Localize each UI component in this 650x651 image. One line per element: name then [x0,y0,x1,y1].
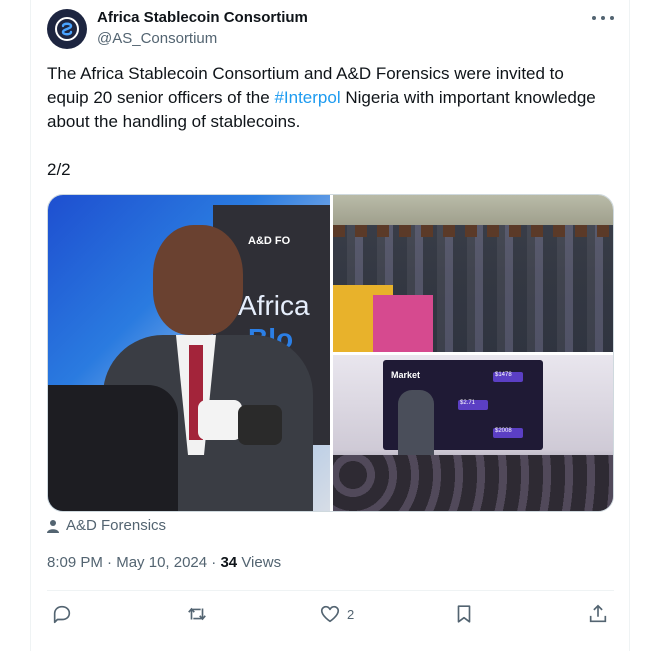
author-handle[interactable]: @AS_Consortium [97,30,217,47]
audience [333,455,613,511]
views-label: Views [241,554,282,571]
photo-group[interactable] [333,195,613,352]
group-faces [333,225,613,237]
views-count: 34 [220,554,238,571]
share-icon [589,604,607,623]
thread-page-indicator: 2/2 [47,160,71,179]
banner-logo-text: A&D FO [248,235,291,247]
hashtag-link[interactable]: #Interpol [274,88,340,107]
meta-separator: · [211,554,217,571]
author-name[interactable]: Africa Stablecoin Consortium [97,9,308,26]
media-grid: A&D FO Africa Blo Market $1478 $2.71 $20… [47,194,614,512]
like-count: 2 [347,606,355,622]
photo-presentation[interactable]: Market $1478 $2.71 $2008 [333,355,613,511]
more-horizontal-icon[interactable] [592,10,614,26]
media-credit-label: A&D Forensics [66,517,167,534]
tweet-time[interactable]: 8:09 PM [47,554,103,571]
tweet-meta: 8:09 PM · May 10, 2024 · 34 Views [47,554,281,571]
like-button[interactable]: 2 [319,600,354,628]
action-bar: 2 [47,600,614,628]
screen-value: $2008 [495,428,512,434]
repost-button[interactable] [186,600,208,628]
banner-text: Africa [238,290,310,321]
divider [47,590,614,591]
photo-speaker[interactable]: A&D FO Africa Blo [48,195,330,511]
reply-icon [53,605,71,624]
media-credit[interactable]: A&D Forensics [47,517,166,534]
share-button[interactable] [587,600,609,628]
bookmark-icon [457,605,471,623]
microphone [238,405,282,445]
tweet-text: The Africa Stablecoin Consortium and A&D… [47,62,607,134]
screen-value: $2.71 [460,400,476,406]
screen-value: $1478 [495,372,512,378]
bookmark-button[interactable] [453,600,475,628]
reply-button[interactable] [51,600,73,628]
tweet-date[interactable]: May 10, 2024 [116,554,207,571]
seated-person [373,295,433,352]
person-icon [47,519,59,533]
heart-icon [320,605,340,623]
meta-separator: · [107,554,113,571]
camera [48,385,178,511]
avatar[interactable] [47,9,87,49]
consortium-logo-icon [55,17,79,41]
screen-title: Market [391,370,421,380]
speaker-head [153,225,243,335]
microphone [198,400,242,440]
repost-icon [188,607,206,621]
